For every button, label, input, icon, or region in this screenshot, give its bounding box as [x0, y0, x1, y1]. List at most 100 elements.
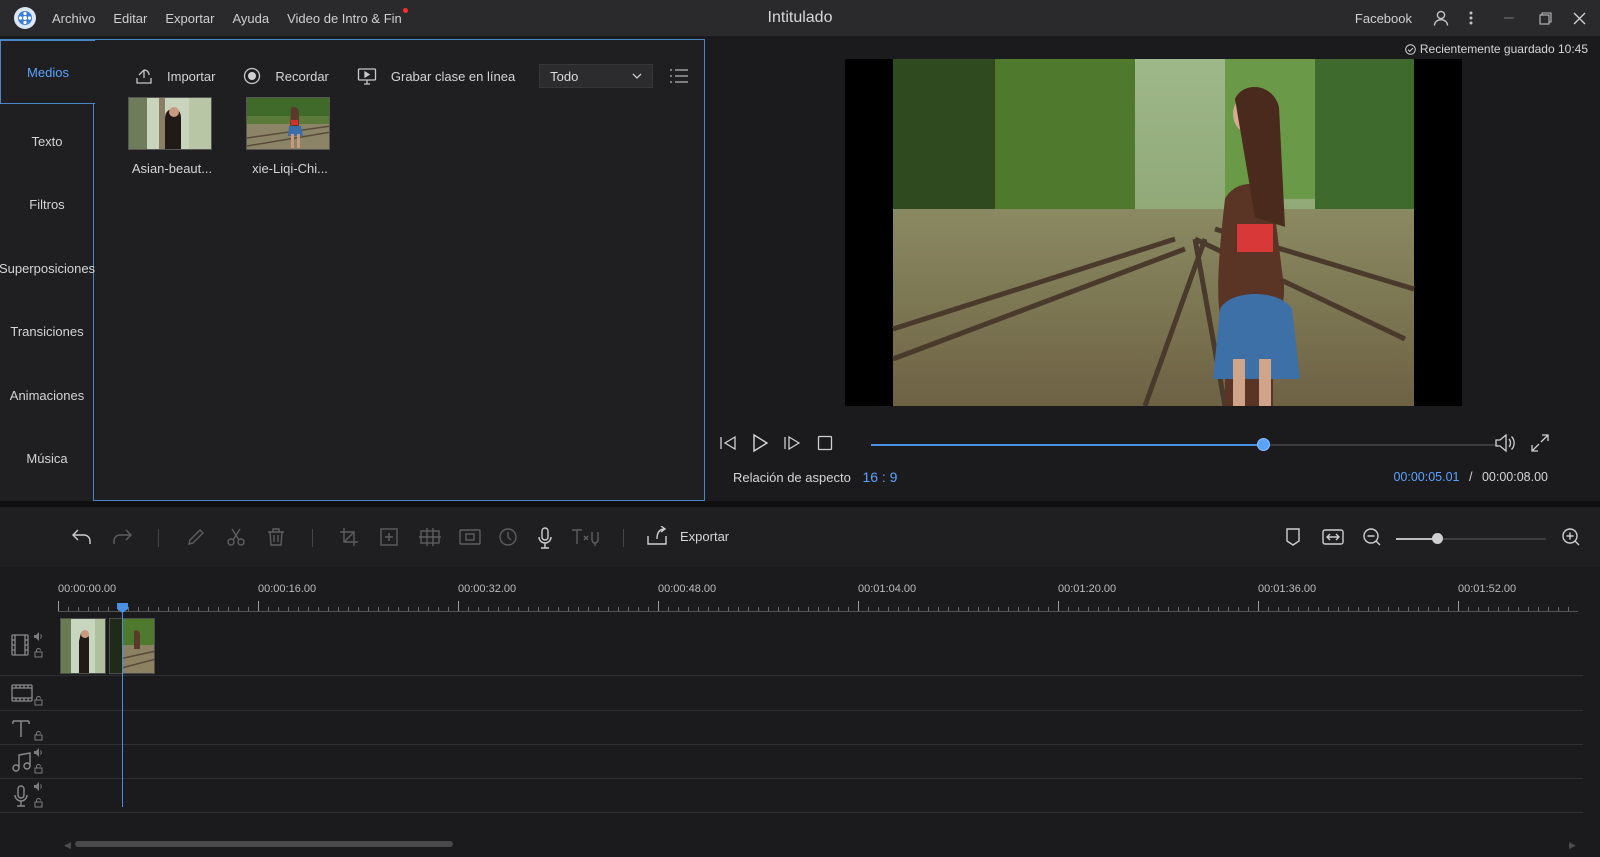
preview-panel: Recientemente guardado 10:45 Relación de…: [708, 39, 1600, 501]
track-lock-icon[interactable]: [34, 731, 43, 741]
grab-class-label: Grabar clase en línea: [390, 68, 516, 84]
import-button[interactable]: Importar: [135, 67, 215, 85]
track-lock-icon[interactable]: [34, 648, 43, 658]
text-to-speech-icon[interactable]: [571, 527, 601, 547]
app-logo-icon[interactable]: [14, 7, 36, 29]
zoom-out-icon[interactable]: [1362, 527, 1382, 547]
track-mute-icon[interactable]: [34, 748, 44, 757]
menu-ayuda[interactable]: Ayuda: [232, 11, 269, 26]
track-lock-icon[interactable]: [34, 696, 43, 706]
media-thumbnail[interactable]: [246, 97, 330, 150]
zoom-slider-handle[interactable]: [1431, 533, 1443, 544]
chevron-down-icon: [632, 73, 642, 79]
volume-icon[interactable]: [1494, 433, 1516, 453]
stop-icon[interactable]: [817, 435, 833, 451]
text-track[interactable]: [0, 711, 1583, 745]
marker-icon[interactable]: [1285, 527, 1301, 547]
total-time: 00:00:08.00: [1481, 470, 1548, 484]
previous-frame-icon[interactable]: [718, 433, 738, 453]
media-item[interactable]: Asian-beaut...: [128, 97, 216, 176]
menu-archivo[interactable]: Archivo: [52, 11, 95, 26]
fit-timeline-icon[interactable]: [1322, 527, 1344, 547]
record-button[interactable]: Recordar: [243, 67, 329, 85]
check-circle-icon: [1405, 43, 1416, 55]
edit-toolbar: Exportar: [0, 507, 1600, 567]
music-track[interactable]: [0, 745, 1583, 779]
text-track-icon: [10, 717, 32, 739]
aspect-ratio-value[interactable]: 16 : 9: [862, 469, 897, 485]
track-mute-icon[interactable]: [34, 632, 44, 641]
track-header: [10, 745, 32, 778]
playhead-line[interactable]: [122, 611, 123, 807]
mosaic-icon[interactable]: [419, 527, 441, 547]
track-mute-icon[interactable]: [34, 782, 44, 791]
menu-exportar[interactable]: Exportar: [165, 11, 214, 26]
crop-icon[interactable]: [339, 527, 359, 547]
toolbar-separator: [623, 529, 624, 547]
menu-intro-fin[interactable]: Video de Intro & Fin: [287, 7, 408, 26]
sidebar-item-texto[interactable]: Texto: [0, 109, 94, 173]
media-toolbar: Importar Recordar Grabar clase en línea …: [135, 61, 689, 91]
microphone-icon[interactable]: [537, 527, 553, 549]
menu-intro-fin-label: Video de Intro & Fin: [287, 10, 402, 26]
zoom-slider[interactable]: [1396, 533, 1546, 544]
video-preview[interactable]: [845, 59, 1462, 406]
title-bar: Archivo Editar Exportar Ayuda Video de I…: [0, 0, 1600, 36]
timeline-ruler[interactable]: 00:00:00.00 00:00:16.00 00:00:32.00 00:0…: [58, 567, 1578, 613]
freeze-frame-icon[interactable]: [459, 527, 481, 547]
notification-dot: [402, 7, 408, 13]
export-button[interactable]: Exportar: [646, 526, 729, 546]
edit-pencil-icon[interactable]: [186, 527, 206, 547]
scissors-icon[interactable]: [226, 527, 246, 547]
track-header: [10, 676, 34, 710]
media-filter-select[interactable]: Todo: [539, 64, 654, 88]
scroll-right-arrow-icon[interactable]: ▶: [1569, 840, 1576, 851]
timeline-tracks: [0, 614, 1600, 813]
ruler-baseline: [58, 611, 1578, 612]
undo-icon[interactable]: [71, 527, 93, 547]
sidebar-item-transiciones[interactable]: Transiciones: [0, 299, 94, 363]
minimize-icon[interactable]: [1494, 3, 1524, 33]
zoom-slider-fill: [1396, 538, 1437, 540]
user-icon[interactable]: [1426, 3, 1456, 33]
playback-progress-handle[interactable]: [1256, 438, 1270, 451]
video-track[interactable]: [0, 614, 1583, 676]
play-icon[interactable]: [750, 433, 770, 453]
media-item[interactable]: xie-Liqi-Chi...: [246, 97, 334, 176]
grab-class-button[interactable]: Grabar clase en línea: [357, 67, 515, 85]
record-label: Recordar: [275, 68, 329, 84]
zoom-in-icon[interactable]: [1561, 527, 1581, 547]
overlay-track[interactable]: [0, 676, 1583, 711]
timeline-clip[interactable]: [109, 618, 155, 674]
restore-icon[interactable]: [1530, 3, 1560, 33]
playback-progress-fill: [871, 444, 1263, 446]
sidebar-item-animaciones[interactable]: Animaciones: [0, 363, 94, 427]
timecode: 00:00:05.01 / 00:00:08.00: [1393, 470, 1548, 484]
menu-editar[interactable]: Editar: [113, 11, 147, 26]
timeline-horizontal-scrollbar[interactable]: [75, 841, 453, 847]
voice-mic-icon: [10, 784, 32, 807]
fullscreen-icon[interactable]: [1530, 433, 1550, 453]
media-library: Asian-beaut... xie-Liqi-Chi...: [128, 97, 364, 176]
trash-icon[interactable]: [266, 527, 286, 547]
speed-clock-icon[interactable]: [498, 527, 518, 547]
close-icon[interactable]: [1564, 3, 1594, 33]
voiceover-track[interactable]: [0, 779, 1583, 813]
sidebar-item-superposiciones[interactable]: Superposiciones: [0, 236, 95, 300]
scroll-left-arrow-icon[interactable]: ◀: [64, 840, 71, 851]
list-view-icon[interactable]: [669, 68, 689, 84]
sidebar-item-musica[interactable]: Música: [0, 426, 94, 490]
track-header: [10, 711, 32, 744]
track-lock-icon[interactable]: [34, 764, 43, 774]
track-lock-icon[interactable]: [34, 798, 43, 808]
facebook-link[interactable]: Facebook: [1355, 11, 1412, 26]
next-frame-icon[interactable]: [782, 433, 802, 453]
more-vertical-icon[interactable]: [1456, 3, 1486, 33]
zoom-crop-icon[interactable]: [379, 527, 399, 547]
playback-progress-bar[interactable]: [871, 438, 1498, 451]
redo-icon[interactable]: [111, 527, 133, 547]
sidebar-item-filtros[interactable]: Filtros: [0, 172, 94, 236]
media-thumbnail[interactable]: [128, 97, 212, 150]
sidebar-item-medios[interactable]: Medios: [0, 40, 95, 104]
timeline-clip[interactable]: [60, 618, 106, 674]
